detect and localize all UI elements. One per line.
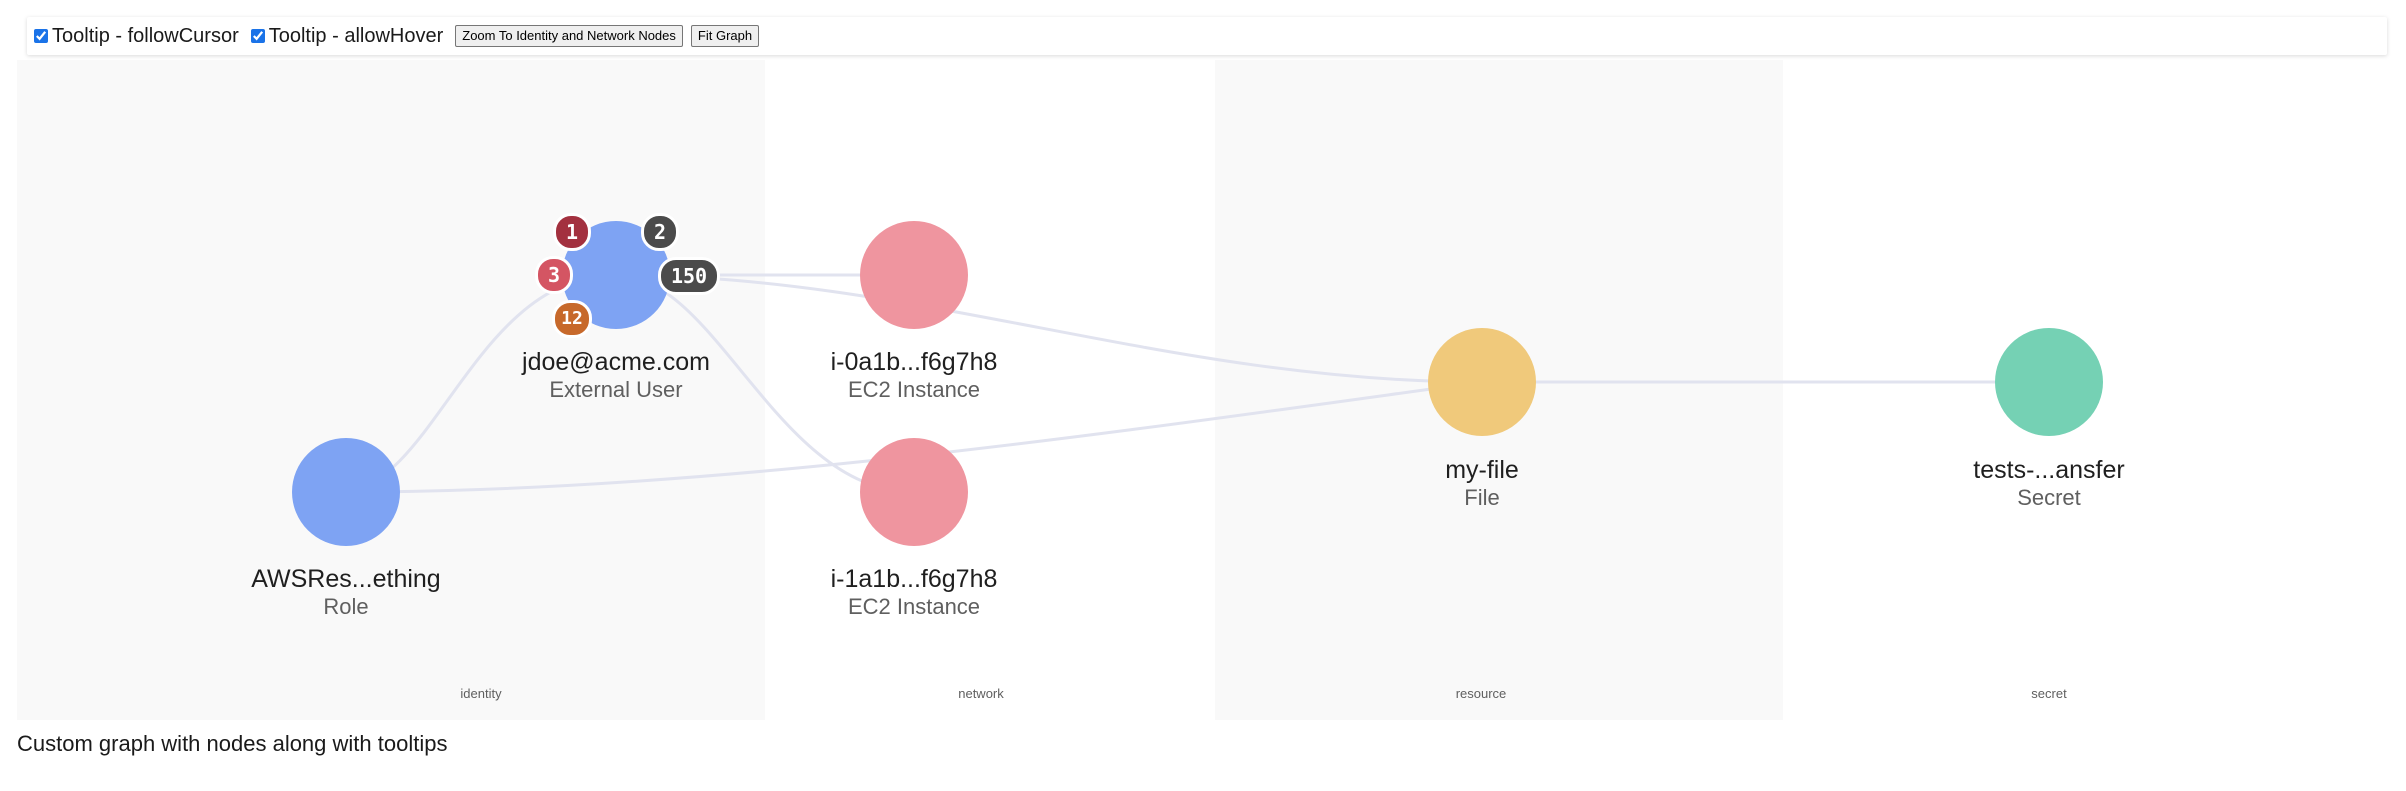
node-tests[interactable] [1995, 328, 2103, 436]
node-label-myfile: my-file File [1445, 456, 1519, 512]
node-i0a1b[interactable] [860, 221, 968, 329]
allow-hover-checkbox[interactable] [250, 29, 265, 43]
node-label-i1a1b: i-1a1b...f6g7h8 EC2 Instance [831, 565, 998, 621]
node-myfile[interactable] [1428, 328, 1536, 436]
node-label-jdoe: jdoe@acme.com External User [522, 348, 710, 404]
zoom-identity-network-button[interactable]: Zoom To Identity and Network Nodes [455, 25, 683, 47]
node-name: my-file [1445, 456, 1519, 484]
edge-jdoe-myfile [615, 273, 1483, 384]
node-label-awsres: AWSRes...ething Role [251, 565, 440, 621]
node-type: EC2 Instance [847, 594, 981, 619]
allow-hover-option[interactable]: Tooltip - allowHover [250, 25, 444, 48]
allow-hover-label[interactable]: Tooltip - allowHover [269, 25, 444, 48]
graph-canvas[interactable]: identity network resource secret 1 2 3 1… [17, 60, 2387, 720]
node-type: File [1464, 485, 1500, 510]
follow-cursor-option[interactable]: Tooltip - followCursor [34, 25, 239, 48]
follow-cursor-label[interactable]: Tooltip - followCursor [52, 25, 239, 48]
badge-12[interactable]: 12 [552, 300, 592, 338]
node-type: EC2 Instance [847, 377, 981, 402]
node-awsres[interactable] [292, 438, 400, 546]
node-i1a1b[interactable] [860, 438, 968, 546]
node-type: Role [323, 594, 369, 619]
node-type: Secret [2017, 485, 2081, 510]
badge-150[interactable]: 150 [658, 257, 720, 295]
node-label-i0a1b: i-0a1b...f6g7h8 EC2 Instance [831, 348, 998, 404]
graph-caption: Custom graph with nodes along with toolt… [17, 731, 448, 756]
node-name: i-1a1b...f6g7h8 [830, 565, 998, 593]
badge-1[interactable]: 1 [553, 213, 591, 251]
node-name: AWSRes...ething [251, 565, 441, 593]
node-label-tests: tests-...ansfer Secret [1973, 456, 2124, 512]
follow-cursor-checkbox[interactable] [34, 29, 48, 43]
badge-2[interactable]: 2 [641, 213, 679, 251]
toolbar: Tooltip - followCursor Tooltip - allowHo… [27, 17, 2387, 55]
node-name: i-0a1b...f6g7h8 [830, 348, 998, 376]
fit-graph-button[interactable]: Fit Graph [690, 25, 760, 47]
node-type: External User [549, 377, 683, 402]
node-name: tests-...ansfer [1973, 456, 2125, 484]
node-name: jdoe@acme.com [522, 348, 710, 376]
badge-3[interactable]: 3 [535, 256, 573, 294]
